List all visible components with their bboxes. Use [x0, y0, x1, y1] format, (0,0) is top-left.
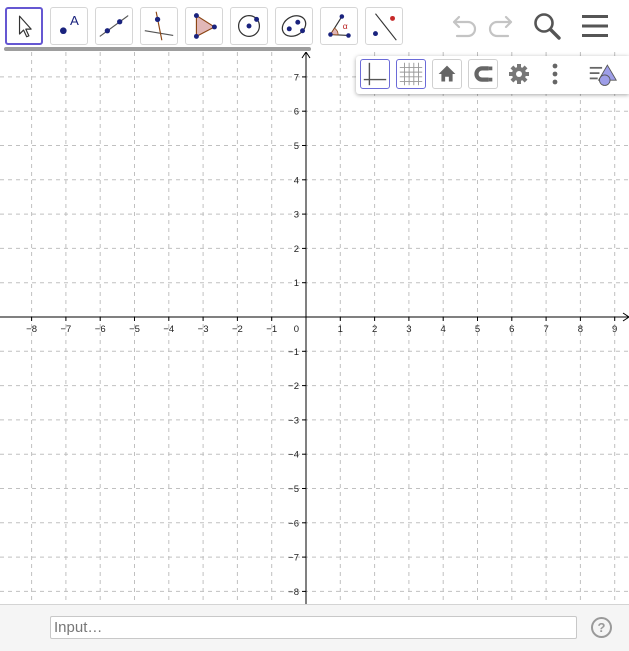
toggle-style-bar-icon [589, 64, 618, 86]
y-tick-label: −5 [288, 484, 299, 495]
more-options-button[interactable] [540, 59, 570, 89]
toggle-style-bar-button[interactable] [588, 59, 618, 89]
x-tick-label: 3 [406, 324, 411, 335]
settings-button[interactable] [504, 59, 534, 89]
x-tick-label: 2 [372, 324, 377, 335]
home-icon [438, 65, 456, 82]
polygon-icon [193, 13, 217, 39]
perpendicular-line-icon [144, 11, 174, 41]
x-tick-label: 9 [612, 324, 617, 335]
undo-icon [452, 15, 477, 38]
x-tick-label: 8 [578, 324, 583, 335]
graphics-view[interactable]: −8 −7 −6 −5 −4 −3 −2 −1 1 2 3 4 5 6 7 8 9 0 1 2 3 4 5 6 7 8 −1 −2 −… [0, 52, 629, 604]
reflect-line-icon [373, 13, 397, 41]
tool-polygon[interactable] [185, 7, 223, 45]
tool-point[interactable]: A [50, 7, 88, 45]
y-tick-label: 6 [294, 107, 299, 118]
undo-button[interactable] [448, 10, 480, 42]
style-bar [356, 56, 629, 94]
x-tick-label: −6 [95, 324, 106, 335]
more-options-icon [552, 63, 558, 85]
tool-angle[interactable]: α [320, 7, 358, 45]
y-tick-label: −8 [288, 587, 299, 598]
x-tick-label: −2 [232, 324, 243, 335]
x-tick-label: 7 [543, 324, 548, 335]
standard-view-button[interactable] [432, 59, 462, 89]
menu-icon [582, 15, 608, 37]
x-tick-label: 4 [441, 324, 446, 335]
tool-circle[interactable] [230, 7, 268, 45]
y-tick-label: 3 [294, 210, 299, 221]
move-arrow-icon [18, 15, 32, 38]
toolbar: A α [0, 0, 629, 52]
point-tool-letter: A [70, 13, 79, 28]
origin-label: 0 [294, 324, 299, 335]
tool-ellipse[interactable] [275, 7, 313, 45]
search-button[interactable] [531, 10, 563, 42]
tool-perpendicular-line[interactable] [140, 7, 178, 45]
point-icon: A [60, 13, 79, 35]
x-tick-label: −7 [60, 324, 71, 335]
point-capturing-button[interactable] [468, 59, 498, 89]
y-tick-label: 5 [294, 141, 299, 152]
y-tick-label: −6 [288, 518, 299, 529]
x-tick-label: −8 [26, 324, 37, 335]
algebra-input-field[interactable] [50, 616, 577, 639]
tool-move[interactable] [5, 7, 43, 45]
point-capturing-icon [474, 66, 493, 82]
x-tick-label: 6 [509, 324, 514, 335]
y-tick-label: 4 [294, 175, 299, 186]
x-tick-label: −3 [198, 324, 209, 335]
circle-center-point-icon [237, 14, 261, 38]
y-tick-label: −2 [288, 381, 299, 392]
help-icon[interactable]: ? [591, 617, 612, 638]
x-tick-label: −1 [266, 324, 277, 335]
redo-icon [488, 15, 513, 38]
coordinate-grid[interactable]: −8 −7 −6 −5 −4 −3 −2 −1 1 2 3 4 5 6 7 8 9 0 1 2 3 4 5 6 7 8 −1 −2 −… [0, 52, 629, 604]
x-tick-label: −4 [163, 324, 174, 335]
axes-toggle-icon [363, 62, 387, 86]
main-menu-button[interactable] [579, 10, 611, 42]
search-icon [534, 13, 561, 40]
redo-button[interactable] [485, 10, 517, 42]
line-icon [99, 15, 129, 37]
y-tick-label: 1 [294, 278, 299, 289]
toggle-grid-button[interactable] [396, 59, 426, 89]
y-tick-label: −7 [288, 553, 299, 564]
tool-line[interactable] [95, 7, 133, 45]
toggle-axes-button[interactable] [360, 59, 390, 89]
settings-gear-icon [509, 64, 529, 84]
tool-reflect[interactable] [365, 7, 403, 45]
ellipse-icon [281, 15, 307, 37]
y-tick-label: −1 [288, 347, 299, 358]
x-tick-label: −5 [129, 324, 140, 335]
y-tick-label: 7 [294, 72, 299, 83]
y-tick-label: −3 [288, 415, 299, 426]
angle-icon: α [328, 14, 351, 38]
angle-tool-letter: α [343, 21, 348, 31]
toolbar-scroll-indicator[interactable] [4, 47, 311, 51]
x-tick-label: 5 [475, 324, 480, 335]
y-tick-label: −4 [288, 450, 299, 461]
x-axis-tick-labels: −8 −7 −6 −5 −4 −3 −2 −1 1 2 3 4 5 6 7 8 9 0 [26, 324, 617, 335]
y-tick-label: 2 [294, 244, 299, 255]
x-tick-label: 1 [338, 324, 343, 335]
algebra-input-bar: ? [0, 604, 629, 651]
grid-toggle-icon [399, 62, 423, 86]
